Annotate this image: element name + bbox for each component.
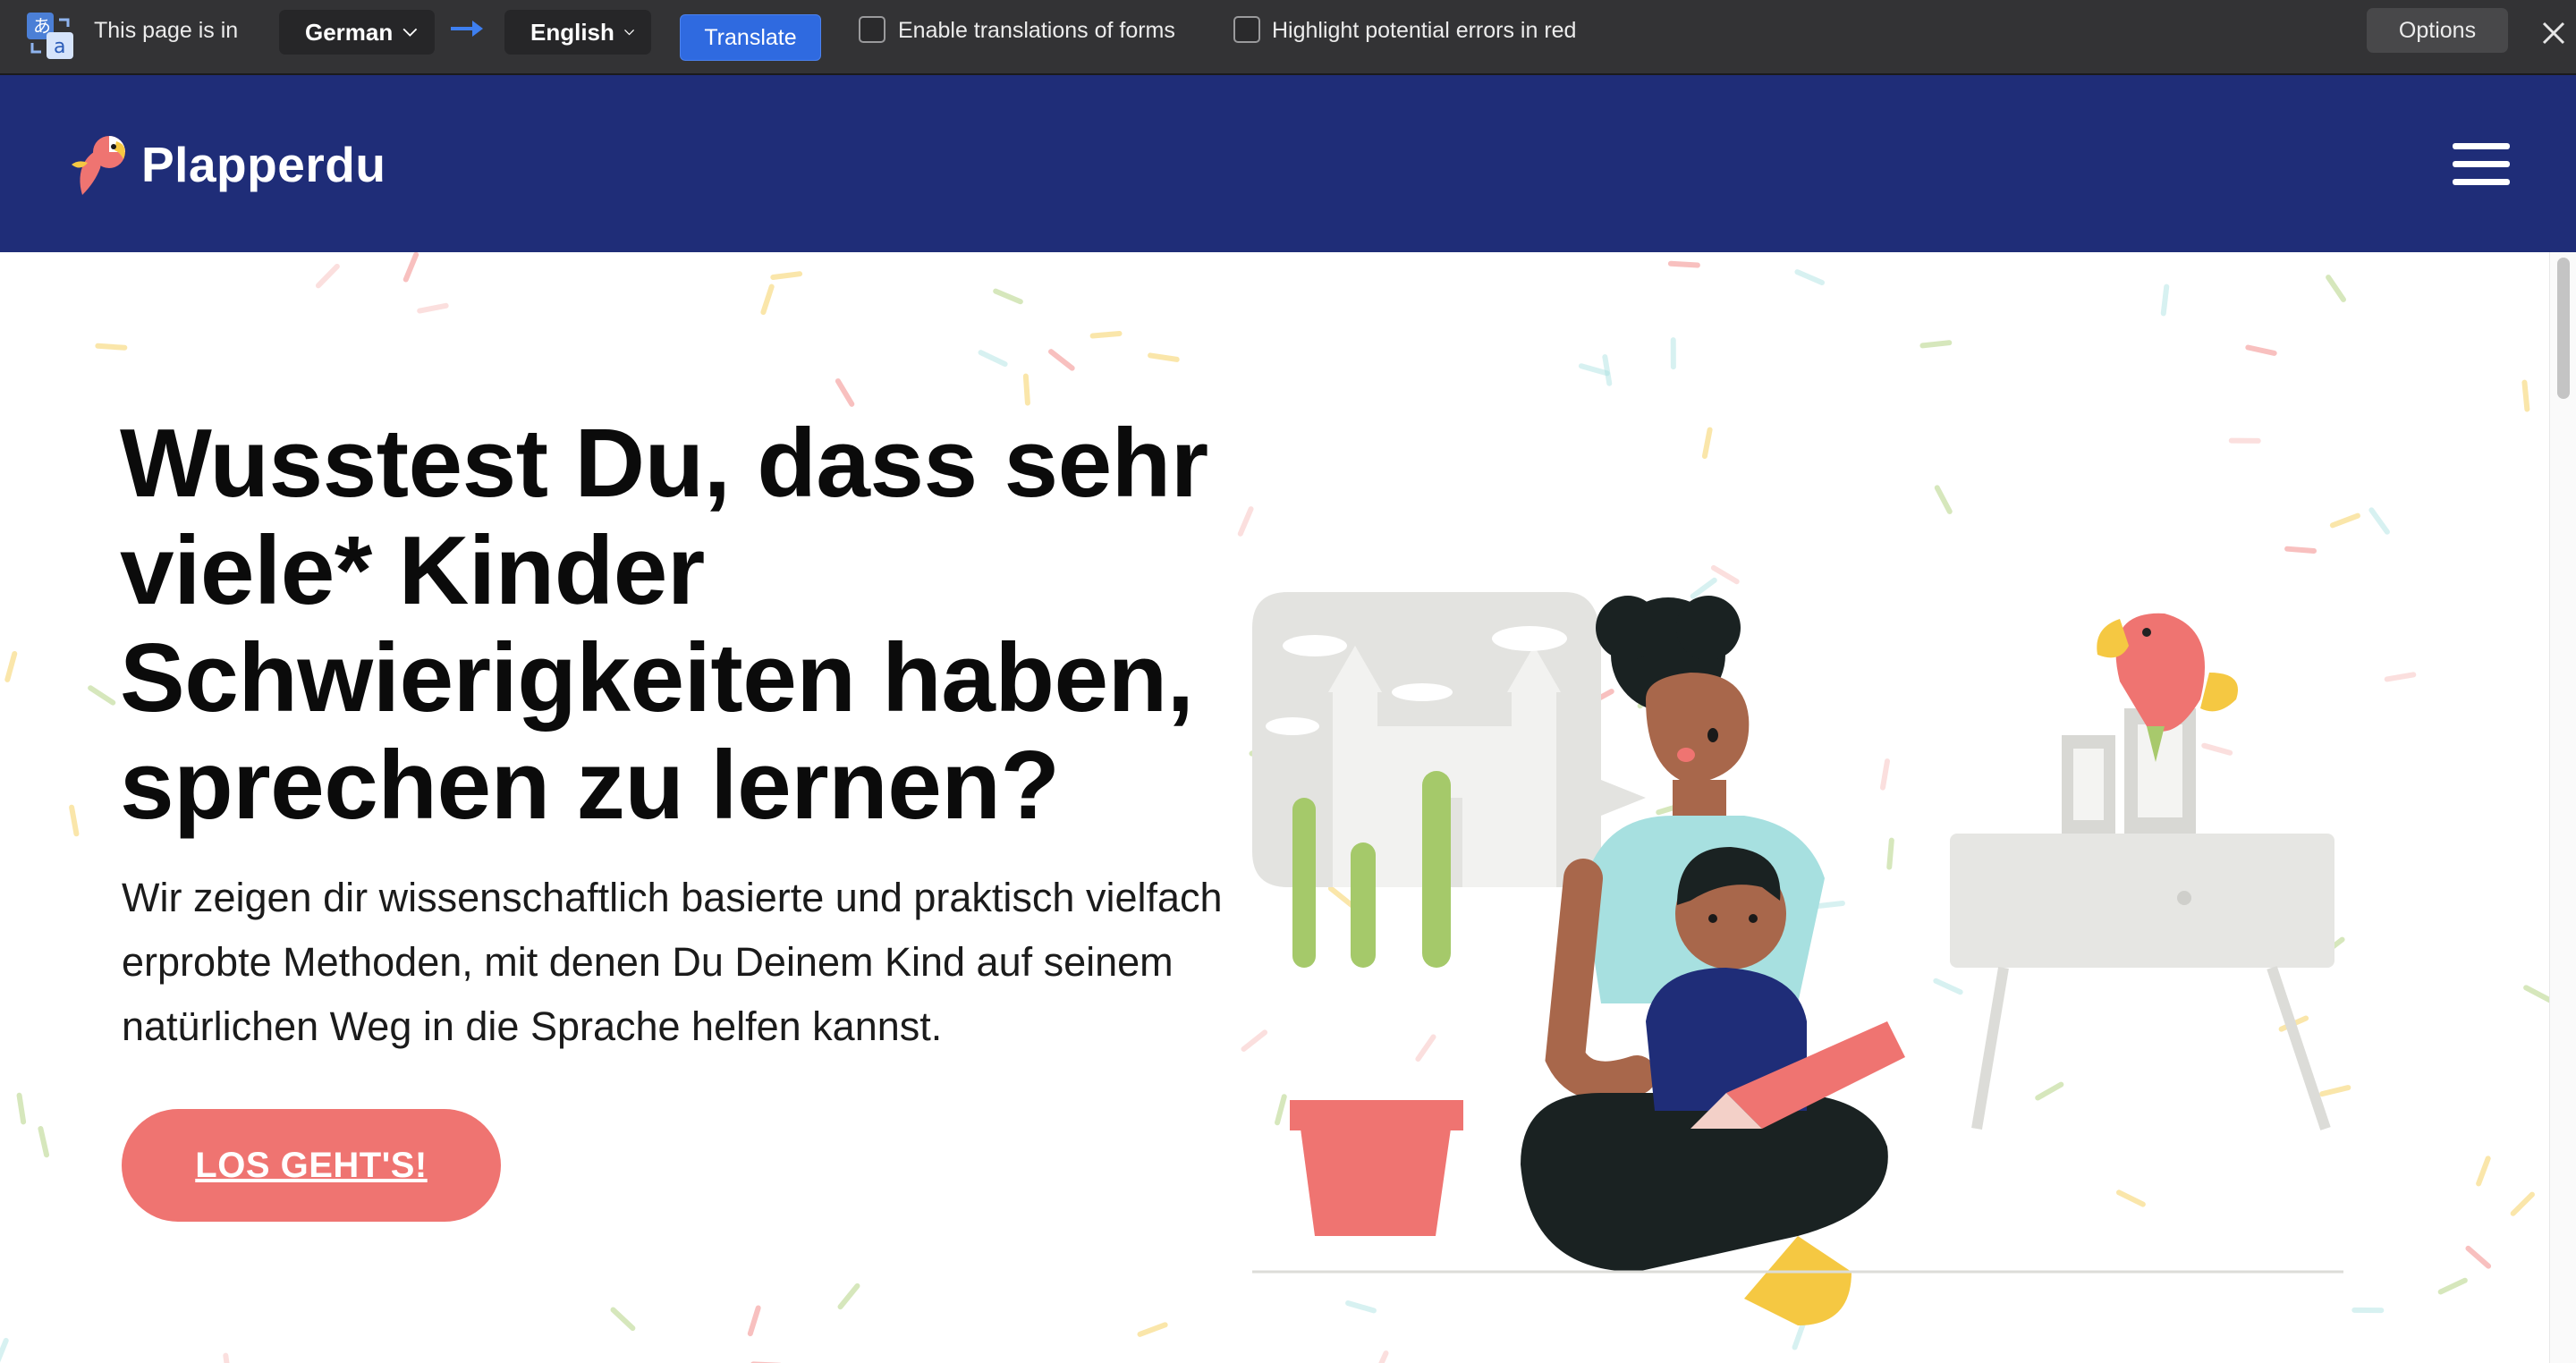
scrollbar-thumb[interactable]	[2557, 258, 2570, 399]
hamburger-menu-icon[interactable]	[2453, 141, 2510, 188]
brand-name[interactable]: Plapperdu	[141, 136, 386, 193]
highlight-errors-label: Highlight potential errors in red	[1272, 18, 1577, 43]
close-icon[interactable]	[2538, 18, 2569, 48]
forms-translation-checkbox[interactable]	[859, 16, 886, 43]
target-language-value: English	[530, 18, 614, 46]
highlight-errors-checkbox[interactable]	[1233, 16, 1260, 43]
translation-bar: あ a This page is in German English Trans…	[0, 0, 2576, 75]
parrot-logo-icon[interactable]	[64, 132, 129, 199]
translate-button[interactable]: Translate	[680, 14, 821, 61]
hero-subtext: Wir zeigen dir wissenschaftlich basierte…	[122, 875, 1223, 1049]
chevron-down-icon	[623, 30, 634, 36]
target-language-dropdown[interactable]: English	[504, 10, 651, 55]
page-language-label: This page is in	[94, 18, 239, 43]
site-header: Plapperdu	[0, 75, 2576, 252]
hero-section: Wusstest Du, dass sehr viele* Kinder Sch…	[0, 252, 2549, 1363]
vertical-scrollbar[interactable]	[2549, 252, 2576, 1363]
arrow-right-icon	[451, 21, 483, 37]
hero-headline: Wusstest Du, dass sehr viele* Kinder Sch…	[120, 409, 1208, 840]
source-language-value: German	[305, 18, 394, 46]
options-button[interactable]: Options	[2367, 8, 2508, 53]
forms-translation-label: Enable translations of forms	[898, 18, 1175, 43]
chevron-down-icon	[402, 28, 418, 37]
mother-child-reading-illustration	[1252, 592, 2343, 1325]
cta-button[interactable]: LOS GEHT'S!	[122, 1109, 501, 1222]
svg-text:a: a	[54, 36, 65, 58]
translate-icon: あ a	[27, 13, 73, 59]
source-language-dropdown[interactable]: German	[279, 10, 435, 55]
